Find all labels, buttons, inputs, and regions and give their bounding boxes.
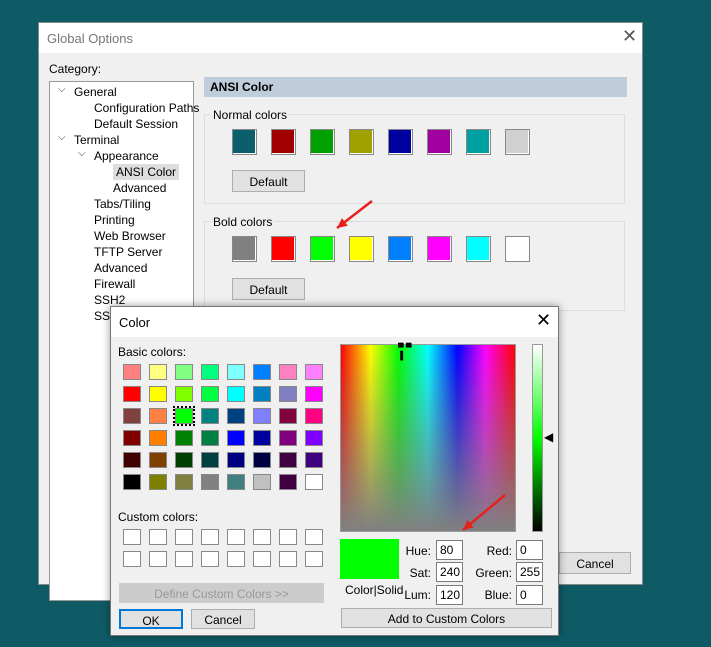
annotation-arrows — [336, 200, 506, 531]
